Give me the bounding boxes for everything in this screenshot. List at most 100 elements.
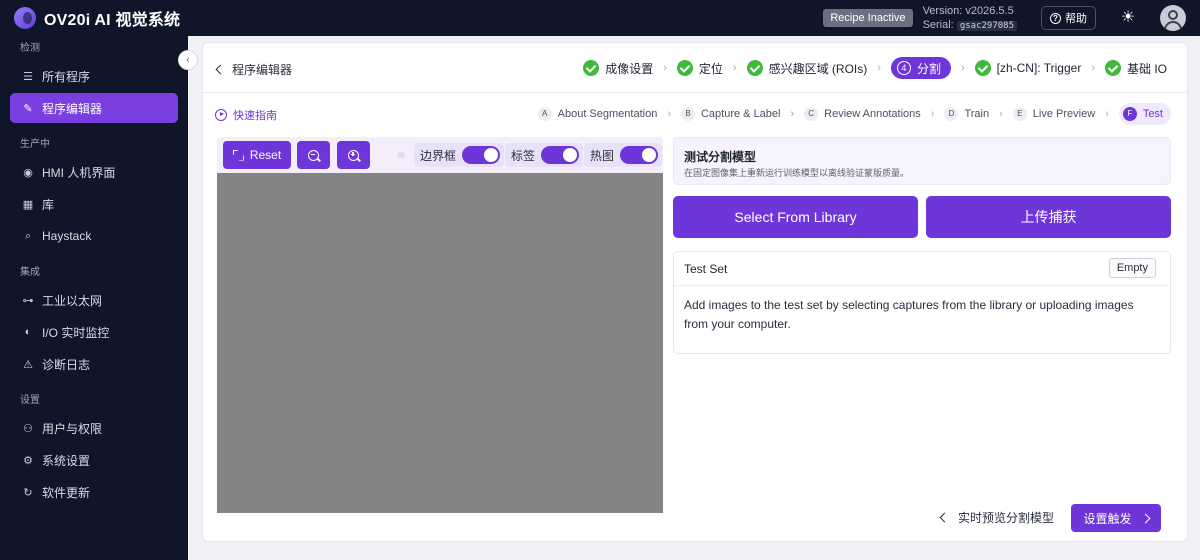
step-number: 4 <box>896 61 911 75</box>
theme-toggle-sun-icon[interactable]: ☀ <box>1118 8 1138 28</box>
sidebar-item-haystack[interactable]: ⌕ Haystack <box>10 221 178 251</box>
eye-icon: ◉ <box>23 166 33 179</box>
bounding-box-switch[interactable] <box>462 146 501 164</box>
sidebar-item-label: Haystack <box>42 229 92 243</box>
sidebar-collapse-chevron-icon[interactable]: ‹ <box>178 50 198 70</box>
sidebar-item-label: 系统设置 <box>42 453 91 468</box>
check-icon <box>746 60 763 76</box>
sidebar: 检测 ☰ 所有程序 ✎ 程序编辑器 生产中 ◉ HMI 人机界面 ▦ 库 ⌕ H… <box>0 36 188 560</box>
sidebar-section-inspection: 检测 <box>20 43 40 54</box>
substep-label: Test <box>1142 108 1163 120</box>
sidebar-item-diagnostic-log[interactable]: ⚠ 诊断日志 <box>10 349 178 379</box>
chevron-left-icon <box>939 512 950 523</box>
chevron-left-icon <box>215 64 226 75</box>
sidebar-item-library[interactable]: ▦ 库 <box>10 189 178 219</box>
sidebar-item-hmi[interactable]: ◉ HMI 人机界面 <box>10 157 178 187</box>
user-avatar[interactable] <box>1160 5 1186 31</box>
bounding-box-toggle[interactable]: 边界框 <box>414 143 505 167</box>
zoom-in-icon <box>348 149 359 161</box>
sidebar-item-users-permissions[interactable]: ⚇ 用户与权限 <box>10 413 178 443</box>
substep-about[interactable]: A About Segmentation <box>537 103 657 125</box>
heatmap-toggle[interactable]: 热图 <box>584 143 663 167</box>
sidebar-item-software-update[interactable]: ↻ 软件更新 <box>10 477 178 507</box>
test-set-card: Test Set Empty Add images to the test se… <box>673 251 1171 354</box>
toggle-label: 边界框 <box>420 148 457 163</box>
heatmap-switch[interactable] <box>620 146 659 164</box>
substep-test[interactable]: F Test <box>1118 103 1171 125</box>
substep-label: Live Preview <box>1032 108 1096 120</box>
serial-label: Serial: <box>922 18 954 31</box>
step-basic-io[interactable]: 基础 IO <box>1104 57 1167 79</box>
sidebar-item-industrial-ethernet[interactable]: ⊶ 工业以太网 <box>10 285 178 315</box>
step-label: 分割 <box>916 61 941 76</box>
quick-guide-link[interactable]: 快速指南 <box>215 107 277 123</box>
sidebar-item-system-settings[interactable]: ⚙ 系统设置 <box>10 445 178 475</box>
sidebar-item-label: 工业以太网 <box>42 293 103 308</box>
check-icon <box>1104 60 1121 76</box>
chevron-right-icon: › <box>1091 62 1095 74</box>
upload-capture-button[interactable]: 上传捕获 <box>926 196 1171 238</box>
select-from-library-button[interactable]: Select From Library <box>673 196 918 238</box>
sub-step-navigation: A About Segmentation › B Capture & Label ›… <box>537 103 1171 125</box>
io-icon: ◐ <box>24 326 32 338</box>
toolbar-divider-dot <box>397 152 405 158</box>
labels-switch[interactable] <box>541 146 580 164</box>
image-canvas[interactable] <box>217 173 663 513</box>
step-positioning[interactable]: 定位 <box>676 57 723 79</box>
top-bar: OV20i AI 视觉系统 Recipe Inactive Version: v… <box>0 0 1200 36</box>
substep-letter: D <box>944 107 959 121</box>
play-circle-icon <box>215 109 227 121</box>
substep-letter: C <box>804 107 819 121</box>
zoom-out-button[interactable] <box>297 141 330 169</box>
zoom-in-button[interactable] <box>337 141 370 169</box>
substep-letter: E <box>1012 107 1027 121</box>
sidebar-item-label: 软件更新 <box>42 485 91 500</box>
step-trigger[interactable]: [zh-CN]: Trigger <box>974 57 1081 79</box>
substep-train[interactable]: D Train <box>944 103 989 125</box>
help-button[interactable]: ? 帮助 <box>1041 6 1096 30</box>
reset-button[interactable]: Reset <box>223 141 291 169</box>
sidebar-item-label: 用户与权限 <box>42 421 103 436</box>
back-button[interactable]: 程序编辑器 <box>215 61 293 78</box>
test-set-title: Test Set <box>684 262 728 276</box>
refresh-icon: ↻ <box>23 486 33 499</box>
back-label: 程序编辑器 <box>232 63 293 77</box>
check-icon <box>676 60 693 76</box>
recipe-status-badge: Recipe Inactive <box>823 9 913 27</box>
sidebar-item-program-editor[interactable]: ✎ 程序编辑器 <box>10 93 178 123</box>
chevron-right-icon: › <box>732 62 737 74</box>
quick-guide-label: 快速指南 <box>233 110 277 122</box>
labels-toggle[interactable]: 标签 <box>505 143 584 167</box>
previous-step-button[interactable]: 实时预览分割模型 <box>939 509 1055 526</box>
brand: OV20i AI 视觉系统 <box>0 6 180 30</box>
main-panel: 程序编辑器 成像设置 › 定位 › 感兴趣区域 (ROIs) › 4 分割 › [… <box>202 42 1188 542</box>
substep-label: Review Annotations <box>824 108 921 120</box>
sidebar-item-io-monitor[interactable]: ◐ I/O 实时监控 <box>10 317 178 347</box>
chevron-right-icon: › <box>960 62 965 74</box>
substep-capture-label[interactable]: B Capture & Label <box>680 103 781 125</box>
step-segmentation[interactable]: 4 分割 <box>890 57 951 79</box>
sidebar-item-label: 诊断日志 <box>42 357 91 372</box>
sidebar-item-all-programs[interactable]: ☰ 所有程序 <box>10 61 178 91</box>
chevron-right-icon: › <box>790 108 795 120</box>
alarm-icon: ⚠ <box>23 358 33 371</box>
network-icon: ⊶ <box>22 294 34 307</box>
chevron-right-icon: › <box>1105 108 1109 120</box>
step-imaging[interactable]: 成像设置 <box>583 57 653 79</box>
substep-label: Capture & Label <box>700 108 781 120</box>
next-step-button[interactable]: 设置触发 <box>1071 504 1161 532</box>
step-rois[interactable]: 感兴趣区域 (ROIs) <box>746 57 868 79</box>
help-label: 帮助 <box>1065 13 1087 25</box>
toggle-label: 标签 <box>511 148 536 163</box>
previous-step-label: 实时预览分割模型 <box>958 511 1055 525</box>
substep-live-preview[interactable]: E Live Preview <box>1012 103 1096 125</box>
sidebar-section-production: 生产中 <box>20 139 50 150</box>
zoom-out-icon <box>308 149 319 161</box>
list-icon: ☰ <box>23 70 33 83</box>
test-model-title: 测试分割模型 <box>684 150 757 164</box>
step-label: 感兴趣区域 (ROIs) <box>768 61 868 76</box>
sidebar-section-integration: 集成 <box>20 267 40 278</box>
substep-review[interactable]: C Review Annotations <box>804 103 921 125</box>
editor-header: 程序编辑器 成像设置 › 定位 › 感兴趣区域 (ROIs) › 4 分割 › [… <box>203 43 1187 93</box>
app-title: OV20i AI 视觉系统 <box>44 12 181 29</box>
